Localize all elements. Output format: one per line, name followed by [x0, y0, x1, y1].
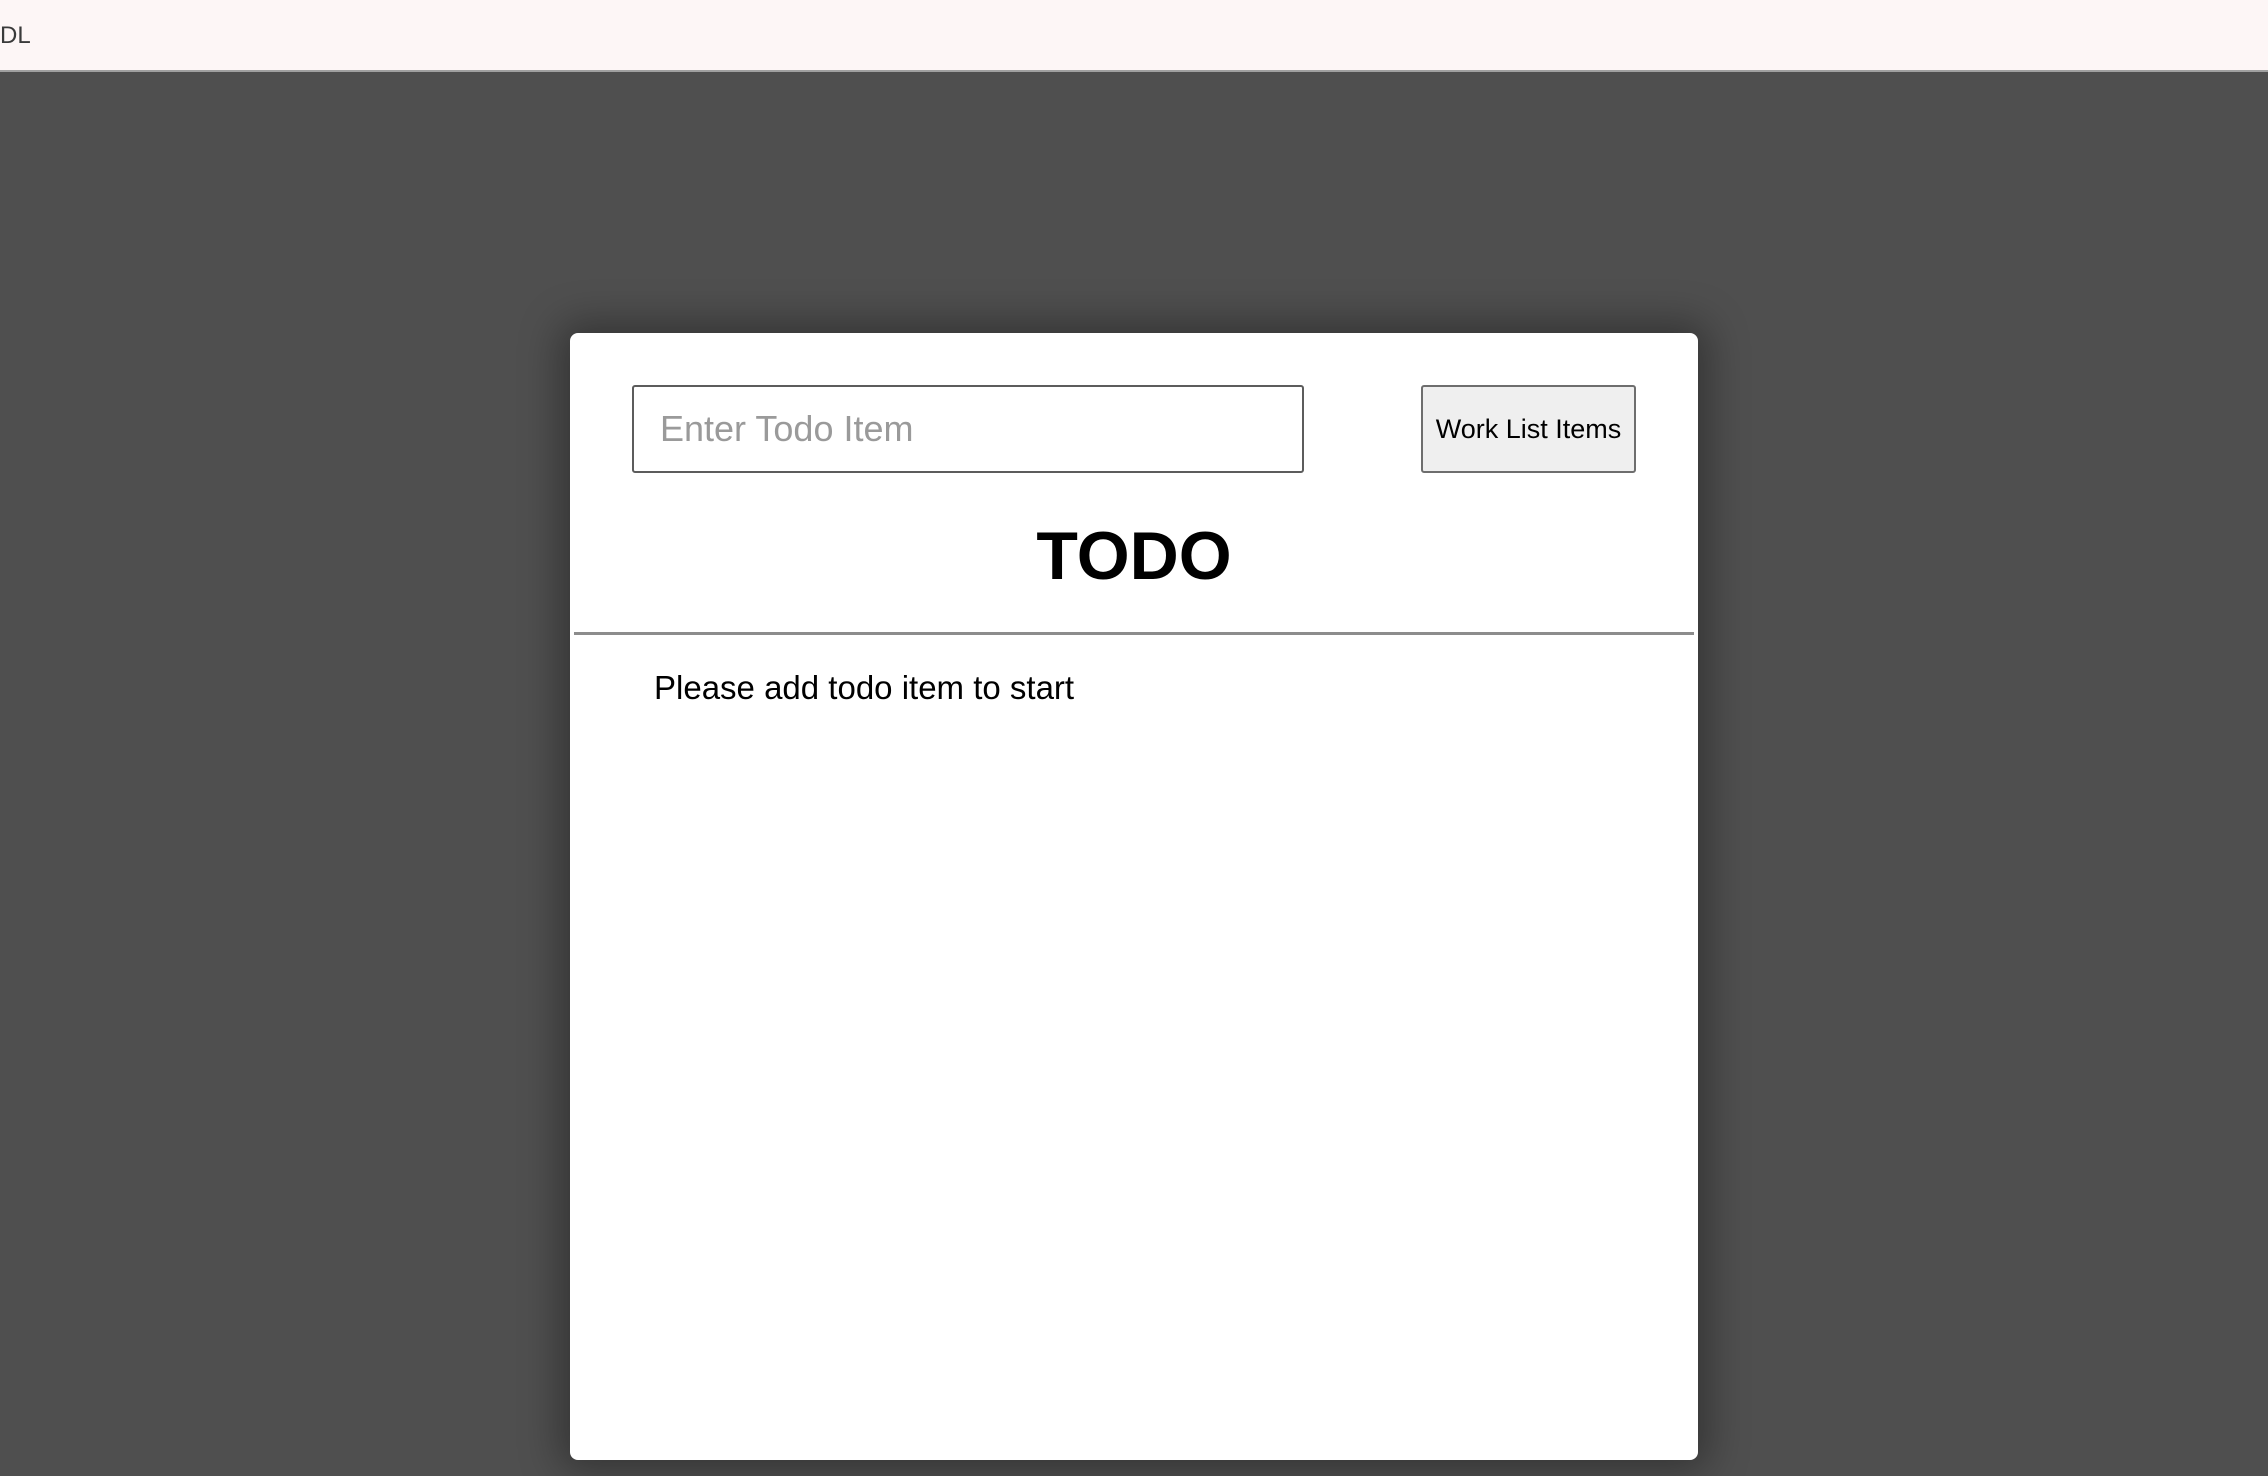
top-bar-text: DL: [0, 22, 31, 49]
empty-list-message: Please add todo item to start: [654, 669, 1075, 706]
todo-card: Work List Items TODO Please add todo ite…: [570, 333, 1698, 1460]
page-title: TODO: [1036, 518, 1232, 594]
top-bar: DL: [0, 0, 2268, 72]
divider: [574, 632, 1694, 635]
work-list-items-button[interactable]: Work List Items: [1421, 385, 1636, 473]
todo-item-input[interactable]: [632, 385, 1304, 473]
